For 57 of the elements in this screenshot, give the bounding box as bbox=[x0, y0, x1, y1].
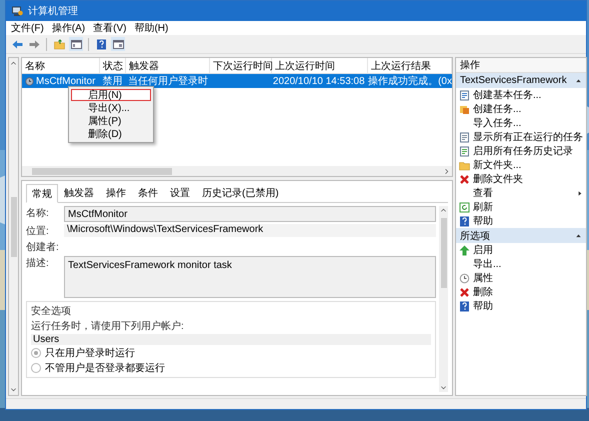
group-title: 安全选项 bbox=[31, 304, 72, 318]
table-cell-text: 禁用 bbox=[101, 74, 124, 88]
menu-item[interactable]: 文件(F) bbox=[11, 21, 44, 35]
action-item[interactable]: 刷新 bbox=[456, 200, 586, 214]
action-item[interactable]: 帮助 bbox=[456, 214, 586, 228]
menu-item[interactable]: 删除(D) bbox=[71, 128, 151, 140]
tab[interactable]: 历史记录(已禁用) bbox=[196, 184, 285, 202]
action-item[interactable]: 导出... bbox=[456, 257, 586, 271]
field-label: 创建者: bbox=[26, 240, 60, 254]
action-item[interactable]: 启用所有任务历史记录 bbox=[456, 144, 586, 158]
table-cell-text: 操作成功完成。(0x bbox=[367, 74, 452, 88]
action-item[interactable]: 创建基本任务... bbox=[456, 88, 586, 102]
action-item[interactable]: 创建任务... bbox=[456, 102, 586, 116]
option-label: 不管用户是否登录都要运行 bbox=[45, 362, 165, 375]
tab[interactable]: 触发器 bbox=[58, 184, 100, 202]
action-item[interactable]: 删除 bbox=[456, 285, 586, 299]
action-item[interactable]: 删除文件夹 bbox=[456, 172, 586, 186]
action-item[interactable]: 新文件夹... bbox=[456, 158, 586, 172]
field-label: 描述: bbox=[26, 256, 50, 270]
action-item[interactable]: 属性 bbox=[456, 271, 586, 285]
action-item[interactable]: 启用 bbox=[456, 243, 586, 257]
tab[interactable]: 常规 bbox=[26, 184, 58, 203]
prompt-text: 运行任务时，请使用下列用户帐户: bbox=[31, 320, 185, 333]
section-header[interactable]: 所选项 bbox=[456, 228, 586, 243]
menu-item[interactable]: 查看(V) bbox=[93, 21, 126, 35]
column-header[interactable]: 上次运行结果 bbox=[368, 58, 452, 73]
table-cell: MsCtfMonitor bbox=[36, 76, 96, 86]
action-item[interactable]: 查看 bbox=[456, 186, 586, 200]
field-label: 名称: bbox=[26, 207, 50, 220]
action-item[interactable]: 显示所有正在运行的任务 bbox=[456, 130, 586, 144]
table-cell-text: 当任何用户登录时 bbox=[127, 74, 208, 88]
window-title: 计算机管理 bbox=[28, 4, 78, 18]
action-item[interactable]: 导入任务... bbox=[456, 116, 586, 130]
tab[interactable]: 操作 bbox=[100, 184, 132, 202]
description-field[interactable]: TextServicesFramework monitor task bbox=[64, 256, 436, 298]
action-item[interactable]: 帮助 bbox=[456, 299, 586, 313]
menu-item[interactable]: 帮助(H) bbox=[134, 21, 168, 35]
field-value: \Microsoft\Windows\TextServicesFramework bbox=[64, 224, 436, 237]
column-header[interactable]: 上次运行时间 bbox=[272, 58, 368, 73]
column-header[interactable]: 触发器 bbox=[126, 58, 210, 73]
menu-item[interactable]: 导出(X)... bbox=[71, 102, 151, 114]
table-cell-text: 2020/10/10 14:53:08 bbox=[272, 74, 366, 88]
column-header[interactable]: 状态 bbox=[100, 58, 126, 73]
account-field: Users bbox=[31, 334, 431, 345]
column-header[interactable]: 下次运行时间 bbox=[210, 58, 272, 73]
menu-item[interactable]: 操作(A) bbox=[52, 21, 86, 35]
column-header[interactable]: 名称 bbox=[22, 58, 100, 73]
section-header[interactable]: TextServicesFramework bbox=[456, 73, 586, 88]
option-label: 只在用户登录时运行 bbox=[45, 346, 135, 360]
task-row[interactable]: MsCtfMonitor 禁用 当任何用户登录时 2020/10/10 14:53:08 操作成功完成。(0x bbox=[22, 74, 452, 88]
tab[interactable]: 条件 bbox=[132, 184, 164, 202]
menu-item[interactable]: 启用(N) bbox=[71, 89, 151, 101]
name-field[interactable]: MsCtfMonitor bbox=[64, 206, 436, 222]
tab[interactable]: 设置 bbox=[164, 184, 196, 202]
pane-title: 操作 bbox=[460, 59, 480, 72]
menu-item[interactable]: 属性(P) bbox=[71, 115, 151, 127]
field-label: 位置: bbox=[26, 224, 50, 238]
